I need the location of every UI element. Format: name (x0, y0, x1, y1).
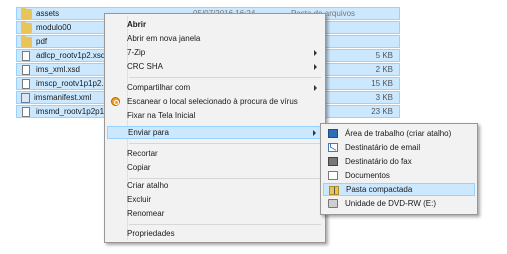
menu-item-label: Destinatário de email (345, 143, 421, 152)
menu-item-send-to[interactable]: Enviar para (107, 126, 323, 139)
file-name: imsmd_rootv1p2p1 (36, 107, 105, 116)
submenu-arrow-icon (314, 84, 317, 91)
antivirus-icon (111, 97, 120, 106)
menu-item-create-shortcut[interactable]: Criar atalho (107, 179, 323, 192)
send-to-desktop[interactable]: Área de trabalho (criar atalho) (323, 127, 475, 140)
menu-item-label: Documentos (345, 171, 390, 180)
menu-item-label: Destinatário do fax (345, 157, 412, 166)
menu-item-label: Escanear o local selecionado à procura d… (127, 97, 298, 106)
menu-item-cut[interactable]: Recortar (107, 147, 323, 160)
file-icon (22, 64, 30, 75)
file-name: adlcp_rootv1p2.xsd (36, 51, 106, 60)
context-menu: Abrir Abrir em nova janela 7-Zip CRC SHA… (104, 13, 326, 243)
dvd-drive-icon (328, 199, 338, 208)
menu-item-copy[interactable]: Copiar (107, 161, 323, 174)
menu-item-label: 7-Zip (127, 48, 146, 57)
file-size: 23 KB (371, 107, 393, 116)
folder-icon (21, 34, 32, 47)
desktop-icon (328, 129, 338, 138)
file-icon (22, 106, 30, 117)
send-to-fax[interactable]: Destinatário do fax (323, 155, 475, 168)
menu-separator (129, 77, 321, 78)
folder-icon (21, 6, 32, 19)
file-icon (22, 50, 30, 61)
menu-item-open-new-window[interactable]: Abrir em nova janela (107, 32, 323, 45)
send-to-documents[interactable]: Documentos (323, 169, 475, 182)
menu-separator (129, 224, 321, 225)
xml-file-icon (21, 92, 30, 103)
send-to-dvd[interactable]: Unidade de DVD-RW (E:) (323, 197, 475, 210)
file-name: assets (36, 9, 60, 18)
menu-item-7zip[interactable]: 7-Zip (107, 46, 323, 59)
menu-item-share-with[interactable]: Compartilhar com (107, 81, 323, 94)
file-size: 15 KB (371, 79, 393, 88)
send-to-submenu: Área de trabalho (criar atalho) Destinat… (320, 123, 478, 215)
menu-item-label: Compartilhar com (127, 83, 191, 92)
zip-folder-icon (329, 186, 339, 195)
menu-item-scan-virus[interactable]: Escanear o local selecionado à procura d… (107, 95, 323, 108)
documents-icon (328, 171, 338, 180)
submenu-arrow-icon (314, 63, 317, 70)
file-name: pdf (36, 37, 48, 46)
menu-separator (129, 143, 321, 144)
file-name: imsmanifest.xml (34, 93, 92, 102)
file-size: 5 KB (375, 51, 393, 60)
file-icon (22, 78, 30, 89)
send-to-mail[interactable]: Destinatário de email (323, 141, 475, 154)
fax-icon (328, 157, 338, 166)
folder-icon (21, 20, 32, 33)
submenu-arrow-icon (314, 49, 317, 56)
menu-item-pin-start[interactable]: Fixar na Tela Inicial (107, 109, 323, 122)
menu-item-label: Unidade de DVD-RW (E:) (345, 199, 436, 208)
menu-item-label: Enviar para (128, 128, 169, 137)
menu-item-delete[interactable]: Excluir (107, 193, 323, 206)
file-name: ims_xml.xsd (36, 65, 81, 74)
menu-item-open[interactable]: Abrir (107, 18, 323, 31)
file-name: modulo00 (36, 23, 72, 32)
file-size: 2 KB (375, 65, 393, 74)
send-to-zip[interactable]: Pasta compactada (323, 183, 475, 196)
menu-item-label: Pasta compactada (346, 185, 413, 194)
file-name: imscp_rootv1p1p2. (36, 79, 104, 88)
menu-item-label: Área de trabalho (criar atalho) (345, 129, 452, 138)
submenu-arrow-icon (313, 129, 316, 136)
menu-item-label: CRC SHA (127, 62, 164, 71)
mail-icon (328, 143, 338, 152)
menu-item-rename[interactable]: Renomear (107, 207, 323, 220)
file-size: 3 KB (375, 93, 393, 102)
menu-item-properties[interactable]: Propriedades (107, 227, 323, 240)
menu-item-crc-sha[interactable]: CRC SHA (107, 60, 323, 73)
